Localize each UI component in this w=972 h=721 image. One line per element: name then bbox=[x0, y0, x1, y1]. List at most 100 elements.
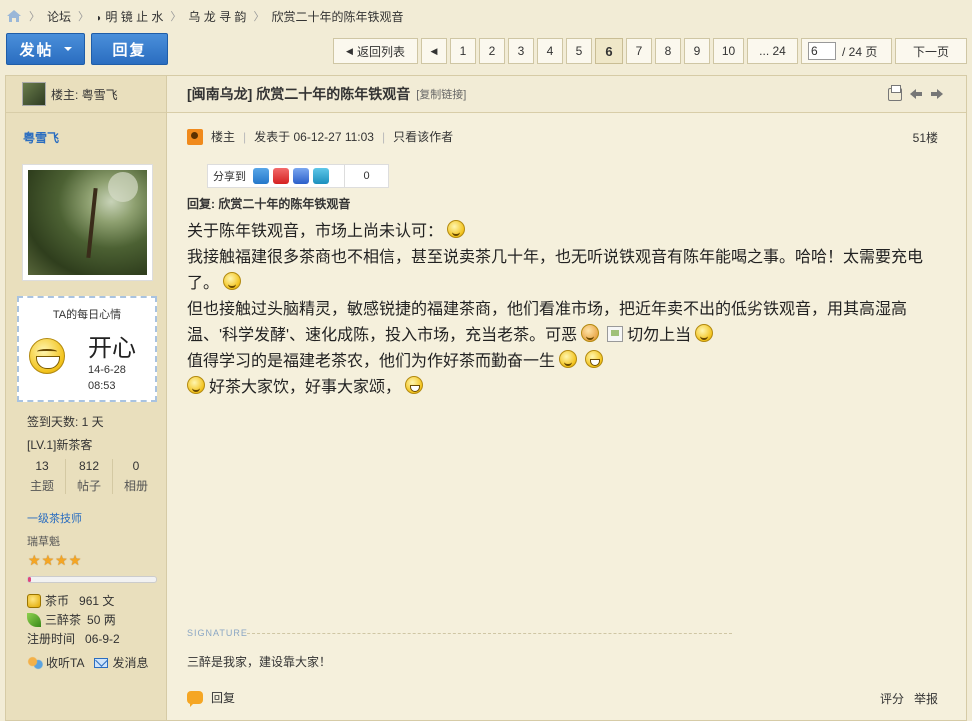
reply-button[interactable]: 回复 bbox=[91, 33, 168, 65]
post-actions: 评分 举报 bbox=[880, 690, 938, 707]
page-8[interactable]: 8 bbox=[655, 38, 681, 64]
breadcrumb-thread[interactable]: 欣赏二十年的陈年铁观音 bbox=[271, 8, 403, 25]
post-line-text: 切勿上当 bbox=[627, 327, 692, 344]
reply-bubble-icon bbox=[187, 691, 203, 707]
stat-posts[interactable]: 812 帖子 bbox=[66, 459, 113, 494]
next-page-button[interactable]: 下一页 bbox=[895, 38, 967, 64]
rate-button[interactable]: 评分 bbox=[880, 690, 904, 707]
page-10[interactable]: 10 bbox=[713, 38, 744, 64]
breadcrumb-section-label: 明 镜 止 水 bbox=[105, 9, 164, 24]
signin-days: 签到天数: 1 天 bbox=[27, 415, 104, 429]
user-rank-sub: 瑞草魁 bbox=[27, 536, 60, 548]
rank-stars: ★ ★ ★ ★ bbox=[28, 553, 81, 567]
qzone-icon[interactable] bbox=[253, 168, 269, 184]
tea-value: 50 两 bbox=[87, 613, 116, 627]
post-panel: [闽南乌龙] 欣赏二十年的陈年铁观音 [复制链接] 楼主 | 发表于 06-12… bbox=[167, 75, 967, 721]
chevron-left-icon: ◀ bbox=[430, 45, 438, 56]
breadcrumb-forum[interactable]: 论坛 bbox=[47, 8, 71, 25]
baidu-icon[interactable] bbox=[293, 168, 309, 184]
coin-value: 961 文 bbox=[79, 594, 115, 608]
post-line-text: 我接触福建很多茶商也不相信，甚至说卖茶几十年，也无听说铁观音有陈年能喝之事。哈哈… bbox=[187, 249, 924, 292]
mood-time: 08:53 bbox=[88, 380, 116, 392]
author-username[interactable]: 粤雪飞 bbox=[23, 129, 59, 146]
reply-label: 回复 bbox=[112, 41, 147, 59]
page-7[interactable]: 7 bbox=[626, 38, 652, 64]
mini-avatar[interactable] bbox=[22, 82, 46, 106]
tea-row: 三醉茶 50 两 bbox=[27, 611, 116, 628]
register-row: 注册时间 06-9-2 bbox=[27, 630, 120, 647]
smile-icon bbox=[223, 272, 242, 290]
prev-thread-icon[interactable] bbox=[909, 88, 923, 101]
weibo-icon[interactable] bbox=[273, 168, 289, 184]
follow-icon bbox=[27, 655, 43, 670]
chevron-right-icon: 〉 bbox=[78, 11, 90, 23]
follow-label: 收听TA bbox=[46, 656, 85, 670]
share-label: 分享到 bbox=[213, 171, 246, 183]
floor-number[interactable]: 51楼 bbox=[913, 129, 938, 146]
smile-icon bbox=[695, 324, 714, 342]
leaf-icon bbox=[27, 612, 41, 627]
post-reply-button[interactable]: 回复 bbox=[187, 689, 235, 707]
prev-page-button[interactable]: ◀ bbox=[421, 38, 447, 64]
new-post-label: 发帖 bbox=[19, 41, 54, 59]
page-3[interactable]: 3 bbox=[508, 38, 534, 64]
mail-icon bbox=[94, 657, 109, 668]
page-6-current[interactable]: 6 bbox=[595, 38, 623, 64]
home-icon[interactable] bbox=[6, 9, 22, 23]
chevron-right-icon: 〉 bbox=[29, 11, 40, 23]
only-author-link[interactable]: 只看该作者 bbox=[393, 128, 453, 145]
copy-link-button[interactable]: [复制链接] bbox=[416, 86, 466, 102]
page-9[interactable]: 9 bbox=[684, 38, 710, 64]
reply-title: 回复: 欣赏二十年的陈年铁观音 bbox=[187, 197, 351, 211]
stat-topics-num: 13 bbox=[35, 459, 49, 473]
follow-button[interactable]: 收听TA bbox=[27, 654, 84, 671]
header-tools bbox=[888, 85, 944, 101]
breadcrumb: 〉 论坛 〉 ◗ 明 镜 止 水 〉 乌 龙 寻 韵 〉 欣赏二十年的陈年铁观音 bbox=[0, 0, 972, 32]
star-icon: ★ bbox=[55, 552, 68, 568]
mood-text: 开心 bbox=[88, 335, 136, 362]
post-line: 值得学习的是福建老茶农，他们为作好茶而勤奋一生 bbox=[187, 349, 949, 375]
signature-text: 三醉是我家，建设靠大家！ bbox=[187, 655, 332, 669]
page-1[interactable]: 1 bbox=[450, 38, 476, 64]
laughing-face-icon bbox=[29, 338, 65, 374]
stat-posts-num: 812 bbox=[78, 459, 100, 473]
divider: | bbox=[243, 129, 247, 144]
page-2[interactable]: 2 bbox=[479, 38, 505, 64]
angry-face-icon bbox=[581, 324, 600, 342]
print-icon[interactable] bbox=[888, 85, 902, 101]
caret-down-icon bbox=[63, 47, 72, 51]
post-line-text: 值得学习的是福建老茶农，他们为作好茶而勤奋一生 bbox=[187, 353, 556, 370]
post-line: 我接触福建很多茶商也不相信，甚至说卖茶几十年，也无听说铁观音有陈年能喝之事。哈哈… bbox=[187, 245, 949, 297]
smile-icon bbox=[187, 376, 205, 394]
breadcrumb-board[interactable]: 乌 龙 寻 韵 bbox=[188, 8, 246, 25]
page-last[interactable]: ... 24 bbox=[747, 38, 798, 64]
pengyou-icon[interactable] bbox=[313, 168, 329, 184]
next-thread-icon[interactable] bbox=[930, 88, 944, 101]
stat-topics[interactable]: 13 主题 bbox=[19, 459, 66, 494]
page-5[interactable]: 5 bbox=[566, 38, 592, 64]
total-pages: / 24 页 bbox=[842, 44, 878, 59]
register-value: 06-9-2 bbox=[85, 631, 120, 646]
new-post-button[interactable]: 发帖 bbox=[6, 33, 85, 65]
chevron-right-icon: 〉 bbox=[253, 11, 265, 23]
page-4[interactable]: 4 bbox=[537, 38, 563, 64]
coin-icon bbox=[27, 593, 41, 608]
report-button[interactable]: 举报 bbox=[914, 690, 938, 707]
back-to-list-button[interactable]: ◀ 返回列表 bbox=[333, 38, 418, 64]
user-rank[interactable]: 一级茶技师 bbox=[27, 510, 82, 526]
author-actions: 收听TA 发消息 bbox=[27, 654, 148, 671]
post-meta: 楼主 | 发表于 06-12-27 11:03 | 只看该作者 bbox=[187, 128, 453, 145]
send-message-button[interactable]: 发消息 bbox=[94, 654, 148, 671]
smile-icon bbox=[559, 350, 578, 368]
signature-divider bbox=[247, 633, 732, 634]
stat-albums[interactable]: 0 相册 bbox=[113, 459, 159, 494]
user-level: [LV.1]新茶客 bbox=[27, 438, 93, 452]
page-jump-input[interactable]: 6 bbox=[808, 42, 836, 60]
tea-label: 三醉茶 bbox=[45, 613, 82, 627]
post-header: [闽南乌龙] 欣赏二十年的陈年铁观音 [复制链接] bbox=[167, 76, 966, 113]
avatar[interactable] bbox=[22, 164, 153, 281]
register-label: 注册时间 bbox=[27, 632, 76, 646]
post-line: 但也接触过头脑精灵，敏感锐捷的福建茶商，他们看准市场，把近年卖不出的低劣铁观音，… bbox=[187, 297, 949, 349]
breadcrumb-section[interactable]: ◗ 明 镜 止 水 bbox=[96, 8, 163, 25]
chevron-left-icon: ◀ bbox=[346, 45, 353, 56]
